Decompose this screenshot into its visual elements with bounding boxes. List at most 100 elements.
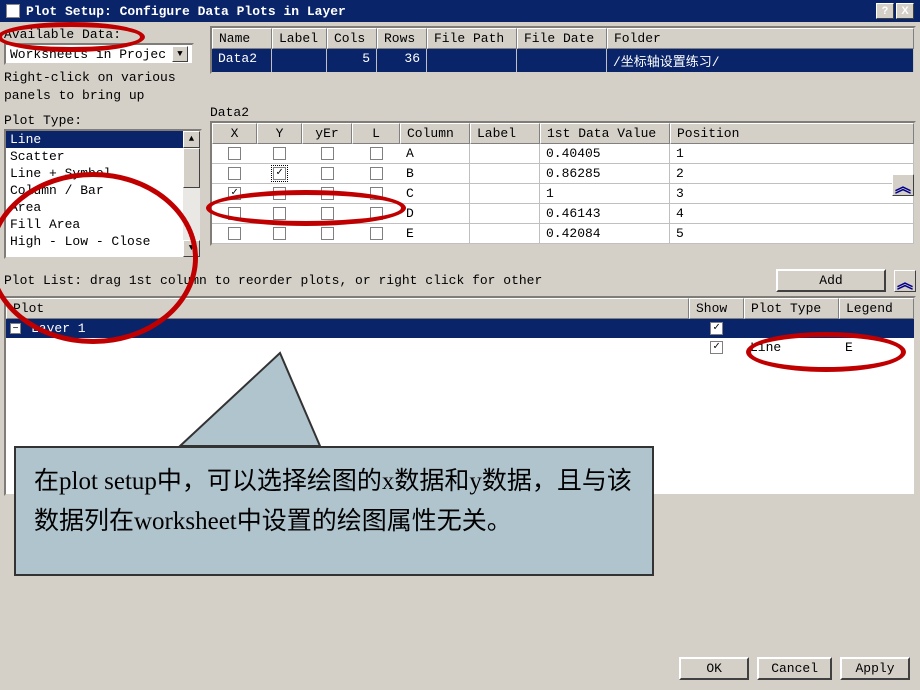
worksheet-grid: Name Label Cols Rows File Path File Date… — [210, 26, 916, 74]
worksheet-row[interactable]: Data2 5 36 /坐标轴设置练习/ — [212, 49, 914, 72]
column-position: 4 — [670, 204, 914, 223]
help-button[interactable]: ? — [876, 3, 894, 19]
header-label[interactable]: Label — [272, 28, 327, 49]
l-checkbox[interactable] — [370, 227, 383, 240]
annotation-callout: 在plot setup中，可以选择绘图的x数据和y数据，且与该数据列在works… — [14, 446, 654, 576]
header-clabel[interactable]: Label — [470, 123, 540, 144]
plot-type-scrollbar[interactable]: ▲ ▼ — [183, 131, 200, 257]
l-checkbox[interactable] — [370, 187, 383, 200]
close-button[interactable]: X — [896, 3, 914, 19]
app-icon — [6, 4, 20, 18]
column-row[interactable]: E0.420845 — [212, 224, 914, 244]
scroll-thumb[interactable] — [183, 148, 200, 188]
x-checkbox[interactable] — [228, 207, 241, 220]
x-checkbox[interactable] — [228, 227, 241, 240]
x-checkbox[interactable] — [228, 167, 241, 180]
cell-label — [272, 49, 327, 72]
window-title: Plot Setup: Configure Data Plots in Laye… — [26, 4, 874, 19]
header-x[interactable]: X — [212, 123, 257, 144]
plot-legend-cell: E — [839, 338, 914, 357]
tree-collapse-icon[interactable]: − — [10, 323, 21, 334]
header-cols[interactable]: Cols — [327, 28, 377, 49]
ok-button[interactable]: OK — [679, 657, 749, 680]
yer-checkbox[interactable] — [321, 227, 334, 240]
plot-type-item-area[interactable]: Area — [6, 199, 183, 216]
header-filepath[interactable]: File Path — [427, 28, 517, 49]
column-row[interactable]: D0.461434 — [212, 204, 914, 224]
scroll-up-icon[interactable]: ▲ — [183, 131, 200, 148]
header-1st[interactable]: 1st Data Value — [540, 123, 670, 144]
header-name[interactable]: Name — [212, 28, 272, 49]
y-checkbox[interactable] — [273, 207, 286, 220]
column-name: E — [400, 224, 470, 243]
y-checkbox[interactable] — [273, 147, 286, 160]
header-legend[interactable]: Legend — [839, 298, 914, 319]
x-checkbox[interactable] — [228, 147, 241, 160]
plot-type-cell: Line — [744, 338, 839, 357]
column-row[interactable]: C13 — [212, 184, 914, 204]
column-label — [470, 144, 540, 163]
column-name: B — [400, 164, 470, 183]
plot-type-item-columnbar[interactable]: Column / Bar — [6, 182, 183, 199]
y-checkbox[interactable] — [273, 227, 286, 240]
collapse-button-2[interactable]: ︽ — [894, 270, 916, 292]
header-column[interactable]: Column — [400, 123, 470, 144]
cell-name: Data2 — [212, 49, 272, 72]
plot-type-listbox[interactable]: Line Scatter Line + Symbol Column / Bar … — [4, 129, 202, 259]
collapse-button-1[interactable]: ︽ — [892, 174, 914, 196]
plot-type-item-hlc[interactable]: High - Low - Close — [6, 233, 183, 250]
cancel-button[interactable]: Cancel — [757, 657, 832, 680]
column-first-value: 0.46143 — [540, 204, 670, 223]
column-label — [470, 164, 540, 183]
header-plottype[interactable]: Plot Type — [744, 298, 839, 319]
header-show[interactable]: Show — [689, 298, 744, 319]
dropdown-value: Worksheets in Projec — [10, 47, 166, 62]
header-plot[interactable]: Plot — [6, 298, 689, 319]
header-rows[interactable]: Rows — [377, 28, 427, 49]
column-position: 2 — [670, 164, 914, 183]
header-y[interactable]: Y — [257, 123, 302, 144]
cell-folder: /坐标轴设置练习/ — [607, 49, 914, 72]
x-checkbox[interactable] — [228, 187, 241, 200]
cell-filedate — [517, 49, 607, 72]
column-first-value: 1 — [540, 184, 670, 203]
add-button[interactable]: Add — [776, 269, 886, 292]
layer-show-checkbox[interactable] — [710, 322, 723, 335]
y-checkbox[interactable] — [273, 187, 286, 200]
plot-tree-item[interactable]: Line E — [6, 338, 914, 357]
scroll-down-icon[interactable]: ▼ — [183, 240, 200, 257]
column-row[interactable]: B0.862852 — [212, 164, 914, 184]
context-hint: Right-click on various panels to bring u… — [4, 67, 202, 106]
plot-type-item-scatter[interactable]: Scatter — [6, 148, 183, 165]
header-filedate[interactable]: File Date — [517, 28, 607, 49]
column-label — [470, 224, 540, 243]
column-grid: X Y yEr L Column Label 1st Data Value Po… — [210, 121, 916, 246]
cell-filepath — [427, 49, 517, 72]
header-position[interactable]: Position — [670, 123, 914, 144]
column-row[interactable]: A0.404051 — [212, 144, 914, 164]
yer-checkbox[interactable] — [321, 167, 334, 180]
available-data-dropdown[interactable]: Worksheets in Projec ▼ — [4, 43, 194, 65]
yer-checkbox[interactable] — [321, 147, 334, 160]
y-checkbox[interactable] — [273, 167, 286, 180]
plot-show-checkbox[interactable] — [710, 341, 723, 354]
column-grid-title: Data2 — [210, 104, 916, 121]
yer-checkbox[interactable] — [321, 207, 334, 220]
header-yer[interactable]: yEr — [302, 123, 352, 144]
l-checkbox[interactable] — [370, 207, 383, 220]
l-checkbox[interactable] — [370, 147, 383, 160]
header-l[interactable]: L — [352, 123, 400, 144]
plot-tree-layer[interactable]: − Layer 1 — [6, 319, 914, 338]
plot-type-label: Plot Type: — [4, 112, 202, 129]
column-first-value: 0.40405 — [540, 144, 670, 163]
l-checkbox[interactable] — [370, 167, 383, 180]
plot-type-item-line[interactable]: Line — [6, 131, 183, 148]
plot-type-item-linesymbol[interactable]: Line + Symbol — [6, 165, 183, 182]
yer-checkbox[interactable] — [321, 187, 334, 200]
plot-type-item-fillarea[interactable]: Fill Area — [6, 216, 183, 233]
column-name: C — [400, 184, 470, 203]
column-position: 5 — [670, 224, 914, 243]
apply-button[interactable]: Apply — [840, 657, 910, 680]
column-label — [470, 184, 540, 203]
header-folder[interactable]: Folder — [607, 28, 914, 49]
